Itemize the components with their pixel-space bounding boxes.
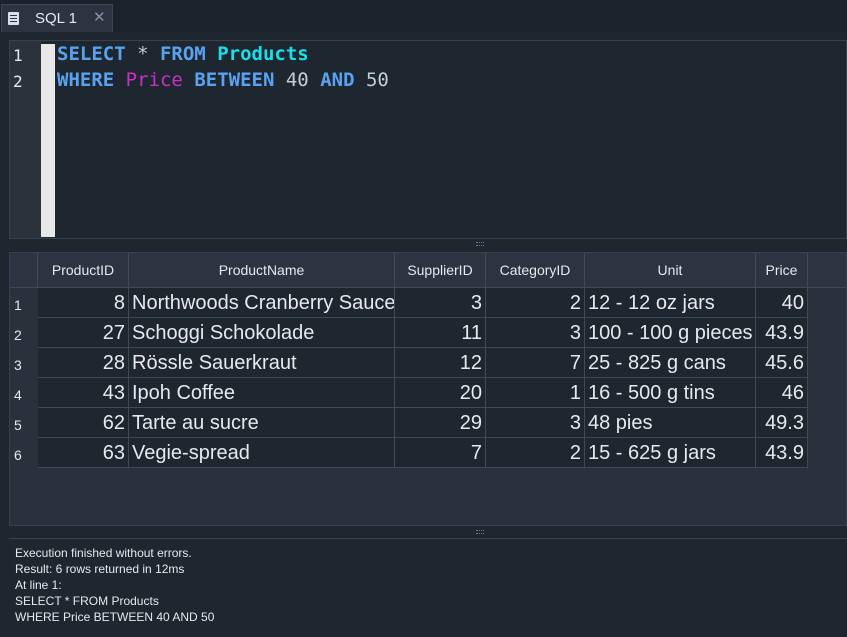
sql-editor[interactable]: 1 2 SELECT * FROM Products WHERE Price B… [9,40,847,239]
cell-productname[interactable]: Ipoh Coffee [129,378,395,408]
cell-supplierid[interactable]: 7 [395,438,486,468]
sql-keyword: WHERE [57,69,115,91]
line-number-gutter: 1 2 [10,41,41,238]
row-number[interactable]: 5 [10,408,38,438]
line-number: 1 [13,46,23,65]
cell-price[interactable]: 49.3 [756,408,808,438]
cell-unit[interactable]: 48 pies [585,408,756,438]
cell-supplierid[interactable]: 29 [395,408,486,438]
cell-categoryid[interactable]: 7 [486,348,585,378]
close-icon[interactable]: ✕ [93,8,106,26]
column-header-filler [808,253,846,288]
row-number[interactable]: 2 [10,318,38,348]
cell-categoryid[interactable]: 2 [486,288,585,318]
cell-productid[interactable]: 62 [38,408,129,438]
cell-productid[interactable]: 8 [38,288,129,318]
cell-supplierid[interactable]: 3 [395,288,486,318]
cell-supplierid[interactable]: 12 [395,348,486,378]
cell-price[interactable]: 46 [756,378,808,408]
sql-keyword: AND [320,69,355,91]
message-line: At line 1: [15,578,62,592]
sql-keyword: FROM [159,43,206,65]
sql-column-name: Price [125,69,183,91]
splitter-grip-icon [476,242,484,246]
column-header-price[interactable]: Price [756,253,808,288]
cell-price[interactable]: 40 [756,288,808,318]
tab-label: SQL 1 [35,10,77,27]
tab-sql-1[interactable]: SQL 1 ✕ [1,4,113,32]
cell-supplierid[interactable]: 11 [395,318,486,348]
results-messages-splitter[interactable] [9,528,847,537]
message-pane: Execution finished without errors. Resul… [9,538,847,637]
cell-supplierid[interactable]: 20 [395,378,486,408]
cell-productid[interactable]: 63 [38,438,129,468]
cell-productname[interactable]: Schoggi Schokolade [129,318,395,348]
message-line: Execution finished without errors. [15,546,192,560]
cell-price[interactable]: 45.6 [756,348,808,378]
sql-document-icon [8,12,19,25]
column-header-productname[interactable]: ProductName [129,253,395,288]
cell-unit[interactable]: 100 - 100 g pieces [585,318,756,348]
sql-number: 40 [285,69,309,91]
sql-table-name: Products [217,43,309,65]
sql-operator: * [125,43,160,65]
cell-categoryid[interactable]: 3 [486,318,585,348]
message-line: SELECT * FROM Products [15,594,159,608]
cell-productname[interactable]: Tarte au sucre [129,408,395,438]
editor-margin [41,44,55,237]
results-grid[interactable]: ProductID ProductName SupplierID Categor… [9,252,847,526]
row-number[interactable]: 6 [10,438,38,468]
corner-header[interactable] [10,253,38,288]
message-line: WHERE Price BETWEEN 40 AND 50 [15,610,215,624]
row-number[interactable]: 4 [10,378,38,408]
message-line: Result: 6 rows returned in 12ms [15,562,185,576]
cell-productname[interactable]: Northwoods Cranberry Sauce [129,288,395,318]
cell-price[interactable]: 43.9 [756,318,808,348]
cell-productname[interactable]: Vegie-spread [129,438,395,468]
column-header-categoryid[interactable]: CategoryID [486,253,585,288]
cell-categoryid[interactable]: 3 [486,408,585,438]
splitter-grip-icon [476,530,484,534]
cell-unit[interactable]: 12 - 12 oz jars [585,288,756,318]
code-line-2[interactable]: WHERE Price BETWEEN 40 AND 50 [57,69,389,91]
code-line-1[interactable]: SELECT * FROM Products [57,43,309,65]
cell-price[interactable]: 43.9 [756,438,808,468]
tab-bar: SQL 1 ✕ [0,0,847,32]
cell-unit[interactable]: 15 - 625 g jars [585,438,756,468]
column-header-productid[interactable]: ProductID [38,253,129,288]
cell-categoryid[interactable]: 1 [486,378,585,408]
cell-productname[interactable]: Rössle Sauerkraut [129,348,395,378]
row-number[interactable]: 3 [10,348,38,378]
column-header-supplierid[interactable]: SupplierID [395,253,486,288]
line-number: 2 [13,72,23,91]
cell-productid[interactable]: 43 [38,378,129,408]
cell-unit[interactable]: 25 - 825 g cans [585,348,756,378]
row-number[interactable]: 1 [10,288,38,318]
cell-categoryid[interactable]: 2 [486,438,585,468]
editor-results-splitter[interactable] [9,240,847,249]
sql-keyword: SELECT [57,43,126,65]
cell-unit[interactable]: 16 - 500 g tins [585,378,756,408]
sql-keyword: BETWEEN [194,69,275,91]
sql-number: 50 [365,69,389,91]
cell-productid[interactable]: 28 [38,348,129,378]
column-header-unit[interactable]: Unit [585,253,756,288]
cell-productid[interactable]: 27 [38,318,129,348]
